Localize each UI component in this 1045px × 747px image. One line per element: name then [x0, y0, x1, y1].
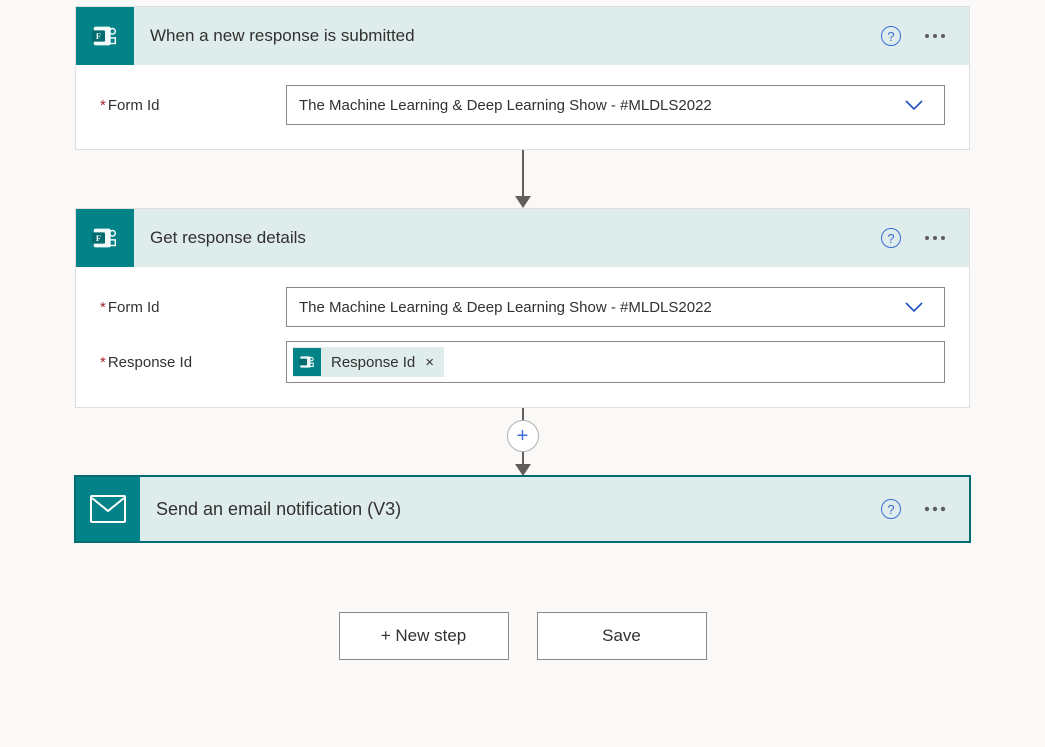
new-step-button[interactable]: + New step — [339, 612, 509, 660]
step-header[interactable]: F When a new response is submitted ? — [76, 7, 969, 65]
step-header[interactable]: F Get response details ? — [76, 209, 969, 267]
help-icon[interactable]: ? — [881, 228, 901, 248]
dynamic-content-token[interactable]: Response Id × — [293, 347, 444, 377]
step-title: When a new response is submitted — [134, 26, 881, 46]
form-id-dropdown[interactable]: The Machine Learning & Deep Learning Sho… — [286, 287, 945, 327]
token-remove-icon[interactable]: × — [425, 354, 434, 371]
form-id-label: *Form Id — [100, 299, 286, 316]
connector-arrow: + — [507, 408, 539, 476]
help-icon[interactable]: ? — [881, 26, 901, 46]
more-icon[interactable] — [923, 506, 947, 512]
step-send-email-card: Send an email notification (V3) ? — [75, 476, 970, 542]
step-title: Get response details — [134, 228, 881, 248]
add-step-button[interactable]: + — [507, 420, 539, 452]
forms-icon: F — [76, 7, 134, 65]
step-trigger-card: F When a new response is submitted ? *Fo… — [75, 6, 970, 150]
dropdown-value: The Machine Learning & Deep Learning Sho… — [299, 97, 712, 114]
chevron-down-icon — [902, 93, 926, 117]
form-id-label: *Form Id — [100, 97, 286, 114]
mail-icon — [76, 477, 140, 541]
chevron-down-icon — [902, 295, 926, 319]
more-icon[interactable] — [923, 33, 947, 39]
step-header[interactable]: Send an email notification (V3) ? — [76, 477, 969, 541]
more-icon[interactable] — [923, 235, 947, 241]
response-id-label: *Response Id — [100, 354, 286, 371]
forms-icon — [293, 348, 321, 376]
dropdown-value: The Machine Learning & Deep Learning Sho… — [299, 299, 712, 316]
token-label: Response Id — [331, 354, 415, 371]
step-title: Send an email notification (V3) — [140, 499, 881, 520]
step-get-response-details-card: F Get response details ? *Form Id The Ma… — [75, 208, 970, 408]
help-icon[interactable]: ? — [881, 499, 901, 519]
forms-icon: F — [76, 209, 134, 267]
svg-text:F: F — [96, 233, 101, 243]
svg-text:F: F — [96, 31, 101, 41]
save-button[interactable]: Save — [537, 612, 707, 660]
connector-arrow — [515, 150, 531, 208]
response-id-input[interactable]: Response Id × — [286, 341, 945, 383]
form-id-dropdown[interactable]: The Machine Learning & Deep Learning Sho… — [286, 85, 945, 125]
